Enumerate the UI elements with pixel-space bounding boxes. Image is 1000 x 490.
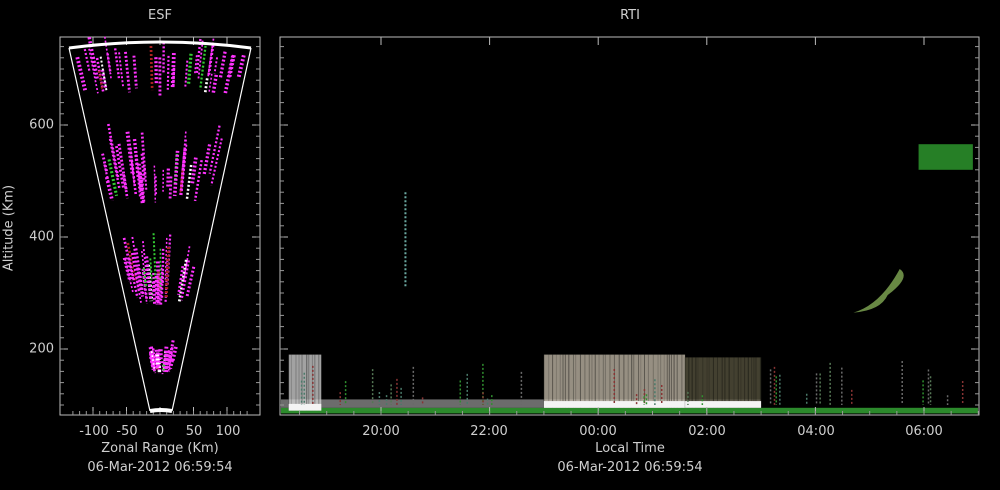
rti-floor-band: [281, 407, 978, 414]
esf-plot: [59, 36, 261, 416]
plot-canvas: [59, 36, 980, 416]
esf-echo-streak: [166, 55, 170, 90]
rti-strong-echo: [685, 401, 762, 408]
esf-echo-streak: [170, 52, 176, 89]
rti-patch: [918, 144, 973, 170]
rti-bottomside-band: [685, 357, 762, 408]
rti-plot: [279, 36, 980, 416]
esf-echo-streak: [155, 354, 160, 367]
esf-beam-bottom-arc: [149, 408, 173, 413]
